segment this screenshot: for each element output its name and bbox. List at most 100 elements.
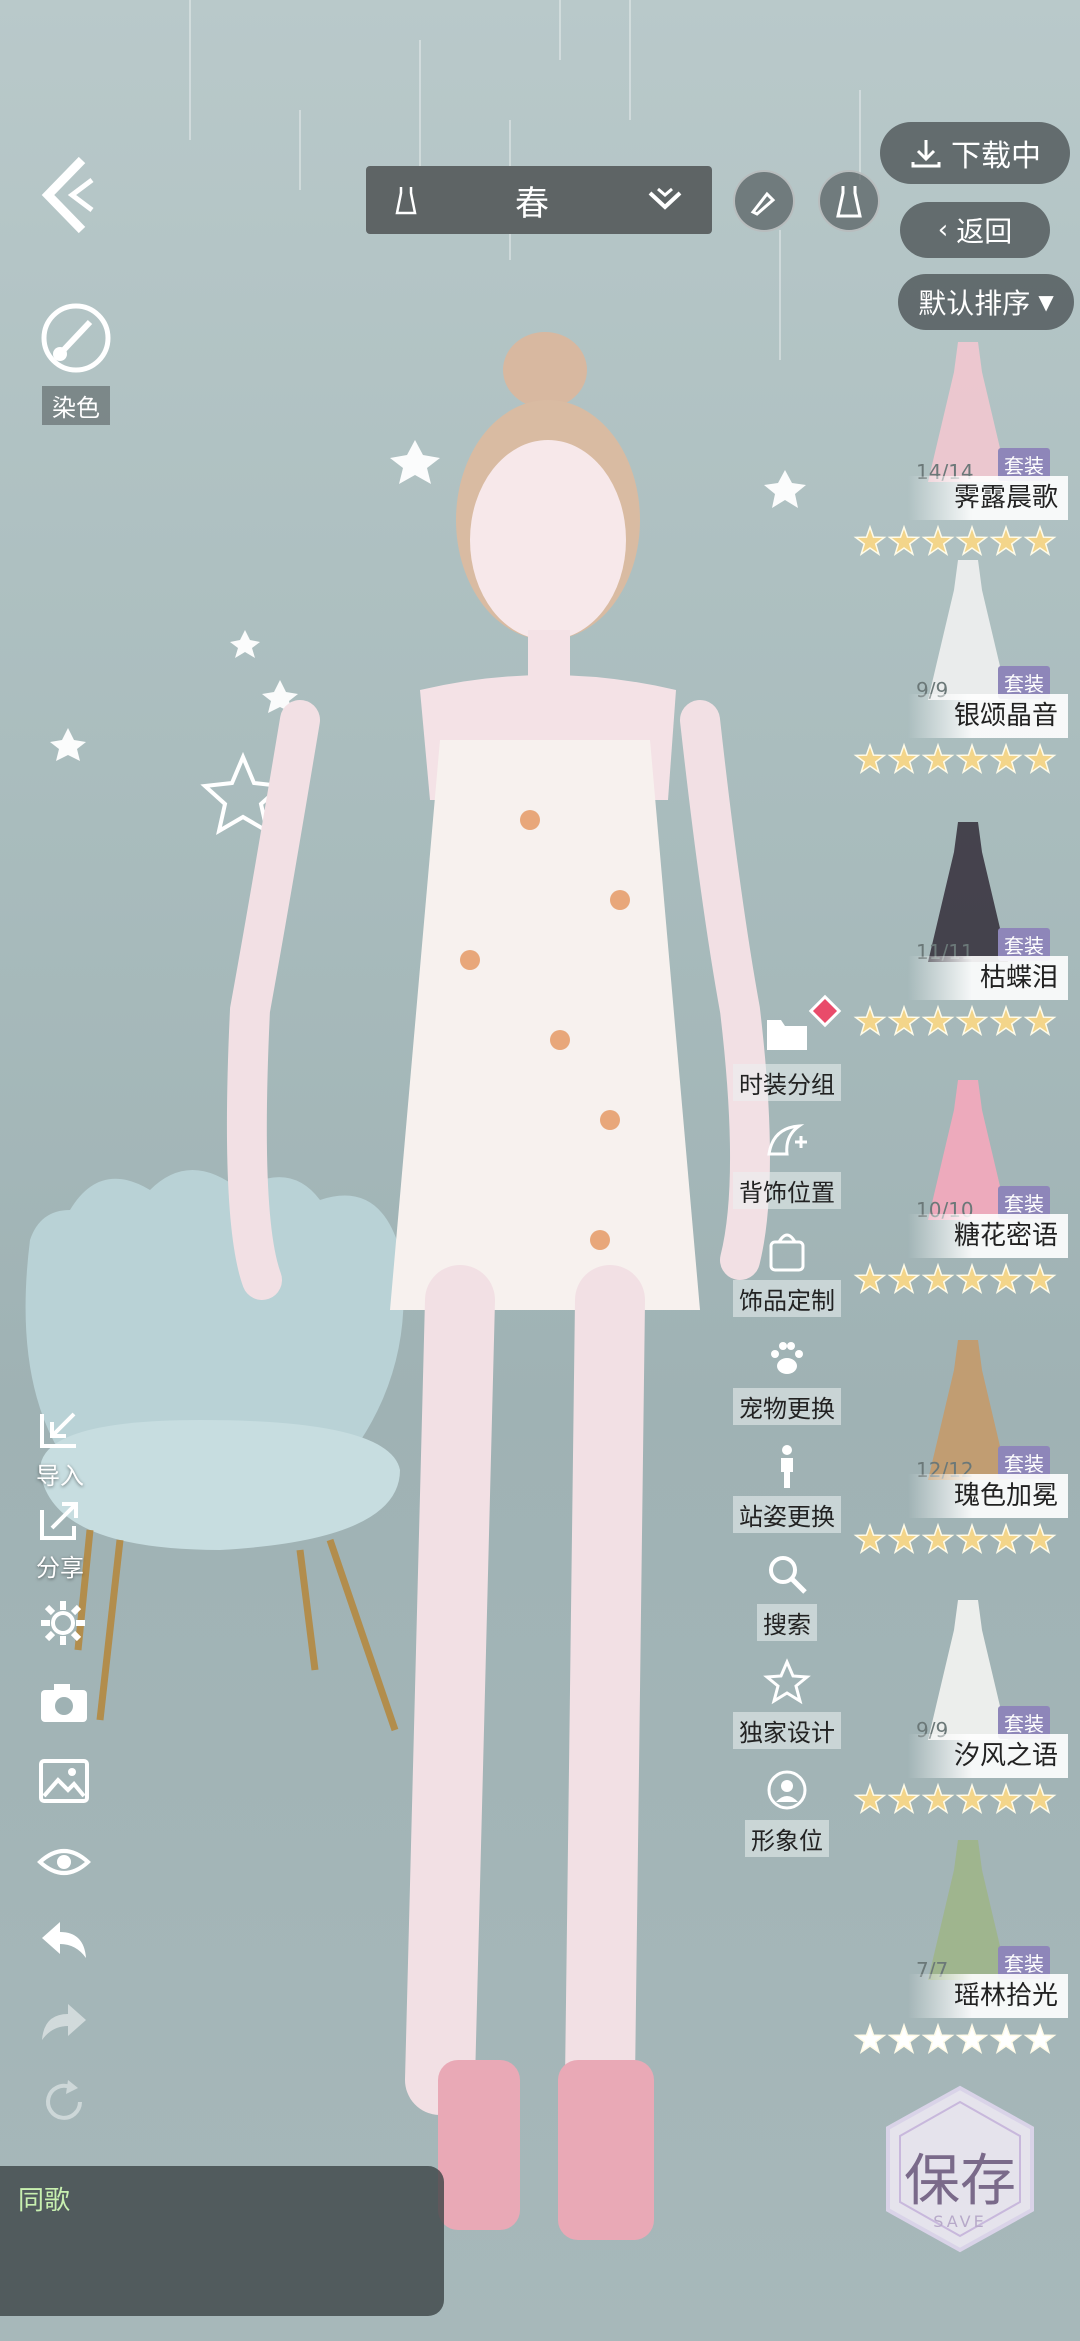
outfit-card[interactable]: 9/9 套装 汐风之语: [848, 1590, 1068, 1840]
dye-brush-button[interactable]: [733, 170, 795, 232]
outfit-name: 瑰色加冕: [908, 1474, 1068, 1518]
dye-tool[interactable]: 染色: [22, 300, 130, 425]
share-button[interactable]: 分享: [32, 1500, 88, 1583]
menu-label: 站姿更换: [733, 1496, 841, 1533]
outfit-button[interactable]: [818, 170, 880, 232]
import-button[interactable]: 导入: [32, 1408, 88, 1491]
menu-item-back-accessory[interactable]: 背饰位置: [728, 1118, 846, 1226]
dress-icon: [836, 186, 862, 218]
paw-icon: [771, 1342, 803, 1374]
menu-item-pet[interactable]: 宠物更换: [728, 1334, 846, 1442]
camera-icon: [41, 1684, 87, 1722]
side-menu: 时装分组 背饰位置 饰品定制 宠物更换 站姿更换 搜索 独家设计 形象位: [728, 1010, 846, 1874]
menu-item-search[interactable]: 搜索: [728, 1550, 846, 1658]
outfit-card[interactable]: 12/12 套装 瑰色加冕: [848, 1330, 1068, 1580]
outfit-card[interactable]: 9/9 套装 银颂晶音: [848, 550, 1068, 800]
outfit-name: 汐风之语: [908, 1734, 1068, 1778]
settings-button[interactable]: [38, 1598, 88, 1652]
redo-icon: [42, 2004, 86, 2040]
star-icon: [955, 2022, 989, 2054]
outfit-card[interactable]: 10/10 套装 糖花密语: [848, 1070, 1068, 1320]
star-icon: [887, 1522, 921, 1554]
camera-button[interactable]: [38, 1680, 90, 1730]
star-icon: [989, 2022, 1023, 2054]
download-label: 下载中: [951, 139, 1041, 174]
download-button[interactable]: 下载中: [880, 122, 1070, 184]
star-icon: [853, 2022, 887, 2054]
save-button[interactable]: 保存 SAVE: [880, 2084, 1040, 2254]
gear-icon: [41, 1601, 85, 1645]
menu-item-accessory-custom[interactable]: 饰品定制: [728, 1226, 846, 1334]
star-icon: [887, 1782, 921, 1814]
brush-icon: [750, 191, 776, 216]
rating-stars: [853, 742, 1057, 774]
eye-icon: [37, 1849, 91, 1875]
sort-dropdown[interactable]: 默认排序 ▼: [898, 274, 1074, 330]
wing-move-icon: [767, 1124, 807, 1156]
star-icon: [887, 742, 921, 774]
redo-button[interactable]: [38, 2000, 90, 2048]
star-icon: [853, 1522, 887, 1554]
star-icon: [1023, 1522, 1057, 1554]
person-icon: [781, 1445, 793, 1488]
star-icon: [989, 742, 1023, 774]
hide-ui-button[interactable]: [36, 1842, 92, 1886]
outfit-card[interactable]: 14/14 套装 霁露晨歌: [848, 332, 1068, 582]
outfit-card[interactable]: 11/11 套装 枯蝶泪: [848, 812, 1068, 1062]
accessory-bag-icon: [769, 1233, 805, 1272]
folder-icon: [767, 1020, 807, 1050]
save-sub-label: SAVE: [933, 2212, 987, 2231]
rating-stars: [853, 1782, 1057, 1814]
star-icon: [921, 742, 955, 774]
star-icon: [853, 1004, 887, 1036]
menu-label: 背饰位置: [733, 1172, 841, 1209]
import-icon: [40, 1412, 76, 1448]
back-button[interactable]: [30, 150, 110, 240]
star-icon: [921, 2022, 955, 2054]
share-icon: [40, 1502, 78, 1540]
dye-label: 染色: [42, 386, 110, 425]
star-icon: [1023, 2022, 1057, 2054]
menu-item-pose[interactable]: 站姿更换: [728, 1442, 846, 1550]
star-icon: [955, 742, 989, 774]
star-icon: [989, 1262, 1023, 1294]
star-icon: [921, 1782, 955, 1814]
chevron-left-icon: [41, 156, 94, 234]
share-label: 分享: [36, 1554, 84, 1582]
menu-item-avatar-slot[interactable]: 形象位: [728, 1766, 846, 1874]
season-selector[interactable]: 春: [366, 166, 712, 234]
star-icon: [955, 1262, 989, 1294]
menu-item-exclusive-design[interactable]: 独家设计: [728, 1658, 846, 1766]
undo-button[interactable]: [38, 1918, 90, 1966]
star-icon: [887, 1004, 921, 1036]
rating-stars: [853, 1262, 1057, 1294]
avatar-slot-icon: [767, 1770, 807, 1810]
star-icon: [887, 2022, 921, 2054]
palette-icon: [41, 303, 111, 373]
chat-panel[interactable]: 同歌: [0, 2166, 444, 2316]
caret-down-icon: ▼: [1038, 290, 1054, 314]
season-label: 春: [515, 183, 549, 224]
download-icon: [911, 140, 941, 168]
dress-icon: [395, 187, 417, 215]
star-icon: [1023, 1782, 1057, 1814]
menu-label: 饰品定制: [733, 1280, 841, 1317]
rating-stars: [853, 1004, 1057, 1036]
save-label: 保存: [904, 2149, 1016, 2214]
outfit-card[interactable]: 7/7 套装 瑶林拾光: [848, 1830, 1068, 2080]
outfit-name: 霁露晨歌: [908, 476, 1068, 520]
star-icon: [1023, 1004, 1057, 1036]
reset-button[interactable]: [40, 2078, 88, 2130]
gallery-button[interactable]: [38, 1758, 90, 1808]
star-icon: [989, 1782, 1023, 1814]
menu-label: 时装分组: [733, 1064, 841, 1101]
star-icon: [1023, 1262, 1057, 1294]
return-button[interactable]: ‹ 返回: [900, 202, 1050, 258]
star-icon: [989, 1004, 1023, 1036]
chevron-down-icon: [648, 187, 682, 210]
star-icon: [921, 1004, 955, 1036]
menu-item-outfit-group[interactable]: 时装分组: [728, 1010, 846, 1118]
star-icon: [853, 742, 887, 774]
chevron-left-small-icon: ‹: [937, 215, 949, 245]
star-icon: [955, 1522, 989, 1554]
